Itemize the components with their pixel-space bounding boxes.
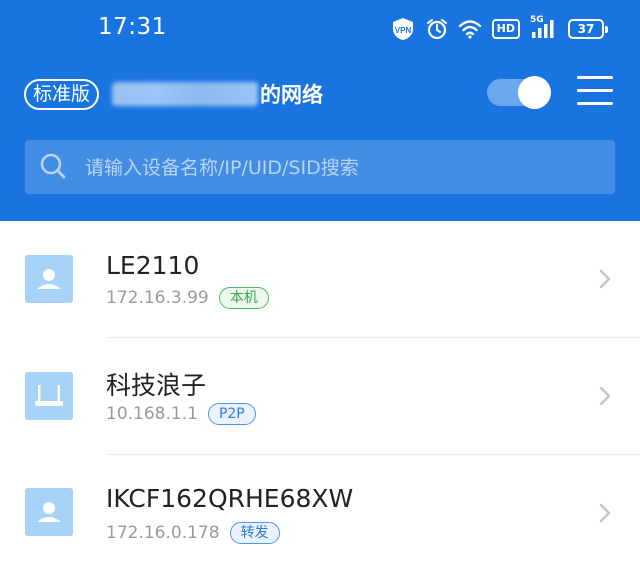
network-toggle[interactable] — [487, 76, 551, 109]
chevron-right-icon — [598, 268, 612, 290]
wifi-icon — [458, 19, 482, 39]
status-icons: VPN HD 5G 37 — [390, 15, 608, 42]
device-name: LE2110 — [106, 251, 200, 280]
device-ip: 172.16.0.178 — [106, 523, 220, 543]
device-ip: 10.168.1.1 — [106, 404, 198, 424]
user-device-icon — [25, 488, 73, 536]
device-list: LE2110 172.16.3.99 本机 科技浪子 10.168.1.1 P2… — [0, 221, 640, 572]
app-header: 17:31 VPN HD 5G 37 标准版 的网络 请输入设备名称/IP/UI… — [0, 0, 640, 221]
search-icon — [39, 152, 67, 180]
battery-icon: 37 — [568, 19, 608, 39]
vpn-label: VPN — [394, 26, 411, 35]
device-tag-p2p: P2P — [207, 403, 256, 425]
device-ip: 172.16.3.99 — [106, 288, 209, 308]
device-row[interactable]: IKCF162QRHE68XW 172.16.0.178 转发 — [0, 455, 640, 572]
status-time: 17:31 — [98, 14, 167, 40]
hamburger-menu-icon[interactable] — [577, 76, 613, 106]
device-subinfo: 10.168.1.1 P2P — [106, 403, 256, 425]
toggle-knob — [518, 76, 551, 109]
redacted-owner-name — [112, 82, 258, 106]
device-row[interactable]: 科技浪子 10.168.1.1 P2P — [0, 338, 640, 455]
search-bar[interactable] — [25, 140, 615, 196]
network-name-suffix: 的网络 — [260, 83, 323, 107]
user-device-icon — [25, 255, 73, 303]
network-name: 的网络 — [112, 80, 323, 108]
device-name: 科技浪子 — [106, 371, 207, 400]
device-subinfo: 172.16.0.178 转发 — [106, 522, 280, 544]
signal-5g-icon: 5G — [530, 15, 558, 40]
edition-badge: 标准版 — [24, 79, 100, 110]
alarm-icon — [426, 18, 448, 40]
device-row[interactable]: LE2110 172.16.3.99 本机 — [0, 221, 640, 338]
device-tag-local: 本机 — [218, 287, 269, 309]
device-subinfo: 172.16.3.99 本机 — [106, 287, 269, 309]
chevron-right-icon — [598, 502, 612, 524]
chevron-right-icon — [598, 385, 612, 407]
hd-icon: HD — [491, 19, 520, 39]
search-input[interactable] — [83, 140, 607, 196]
device-name: IKCF162QRHE68XW — [106, 484, 354, 513]
vpn-icon: VPN — [390, 16, 416, 42]
status-bar: 17:31 VPN HD 5G 37 — [0, 0, 640, 60]
router-icon — [25, 372, 73, 420]
device-tag-relay: 转发 — [229, 522, 280, 544]
